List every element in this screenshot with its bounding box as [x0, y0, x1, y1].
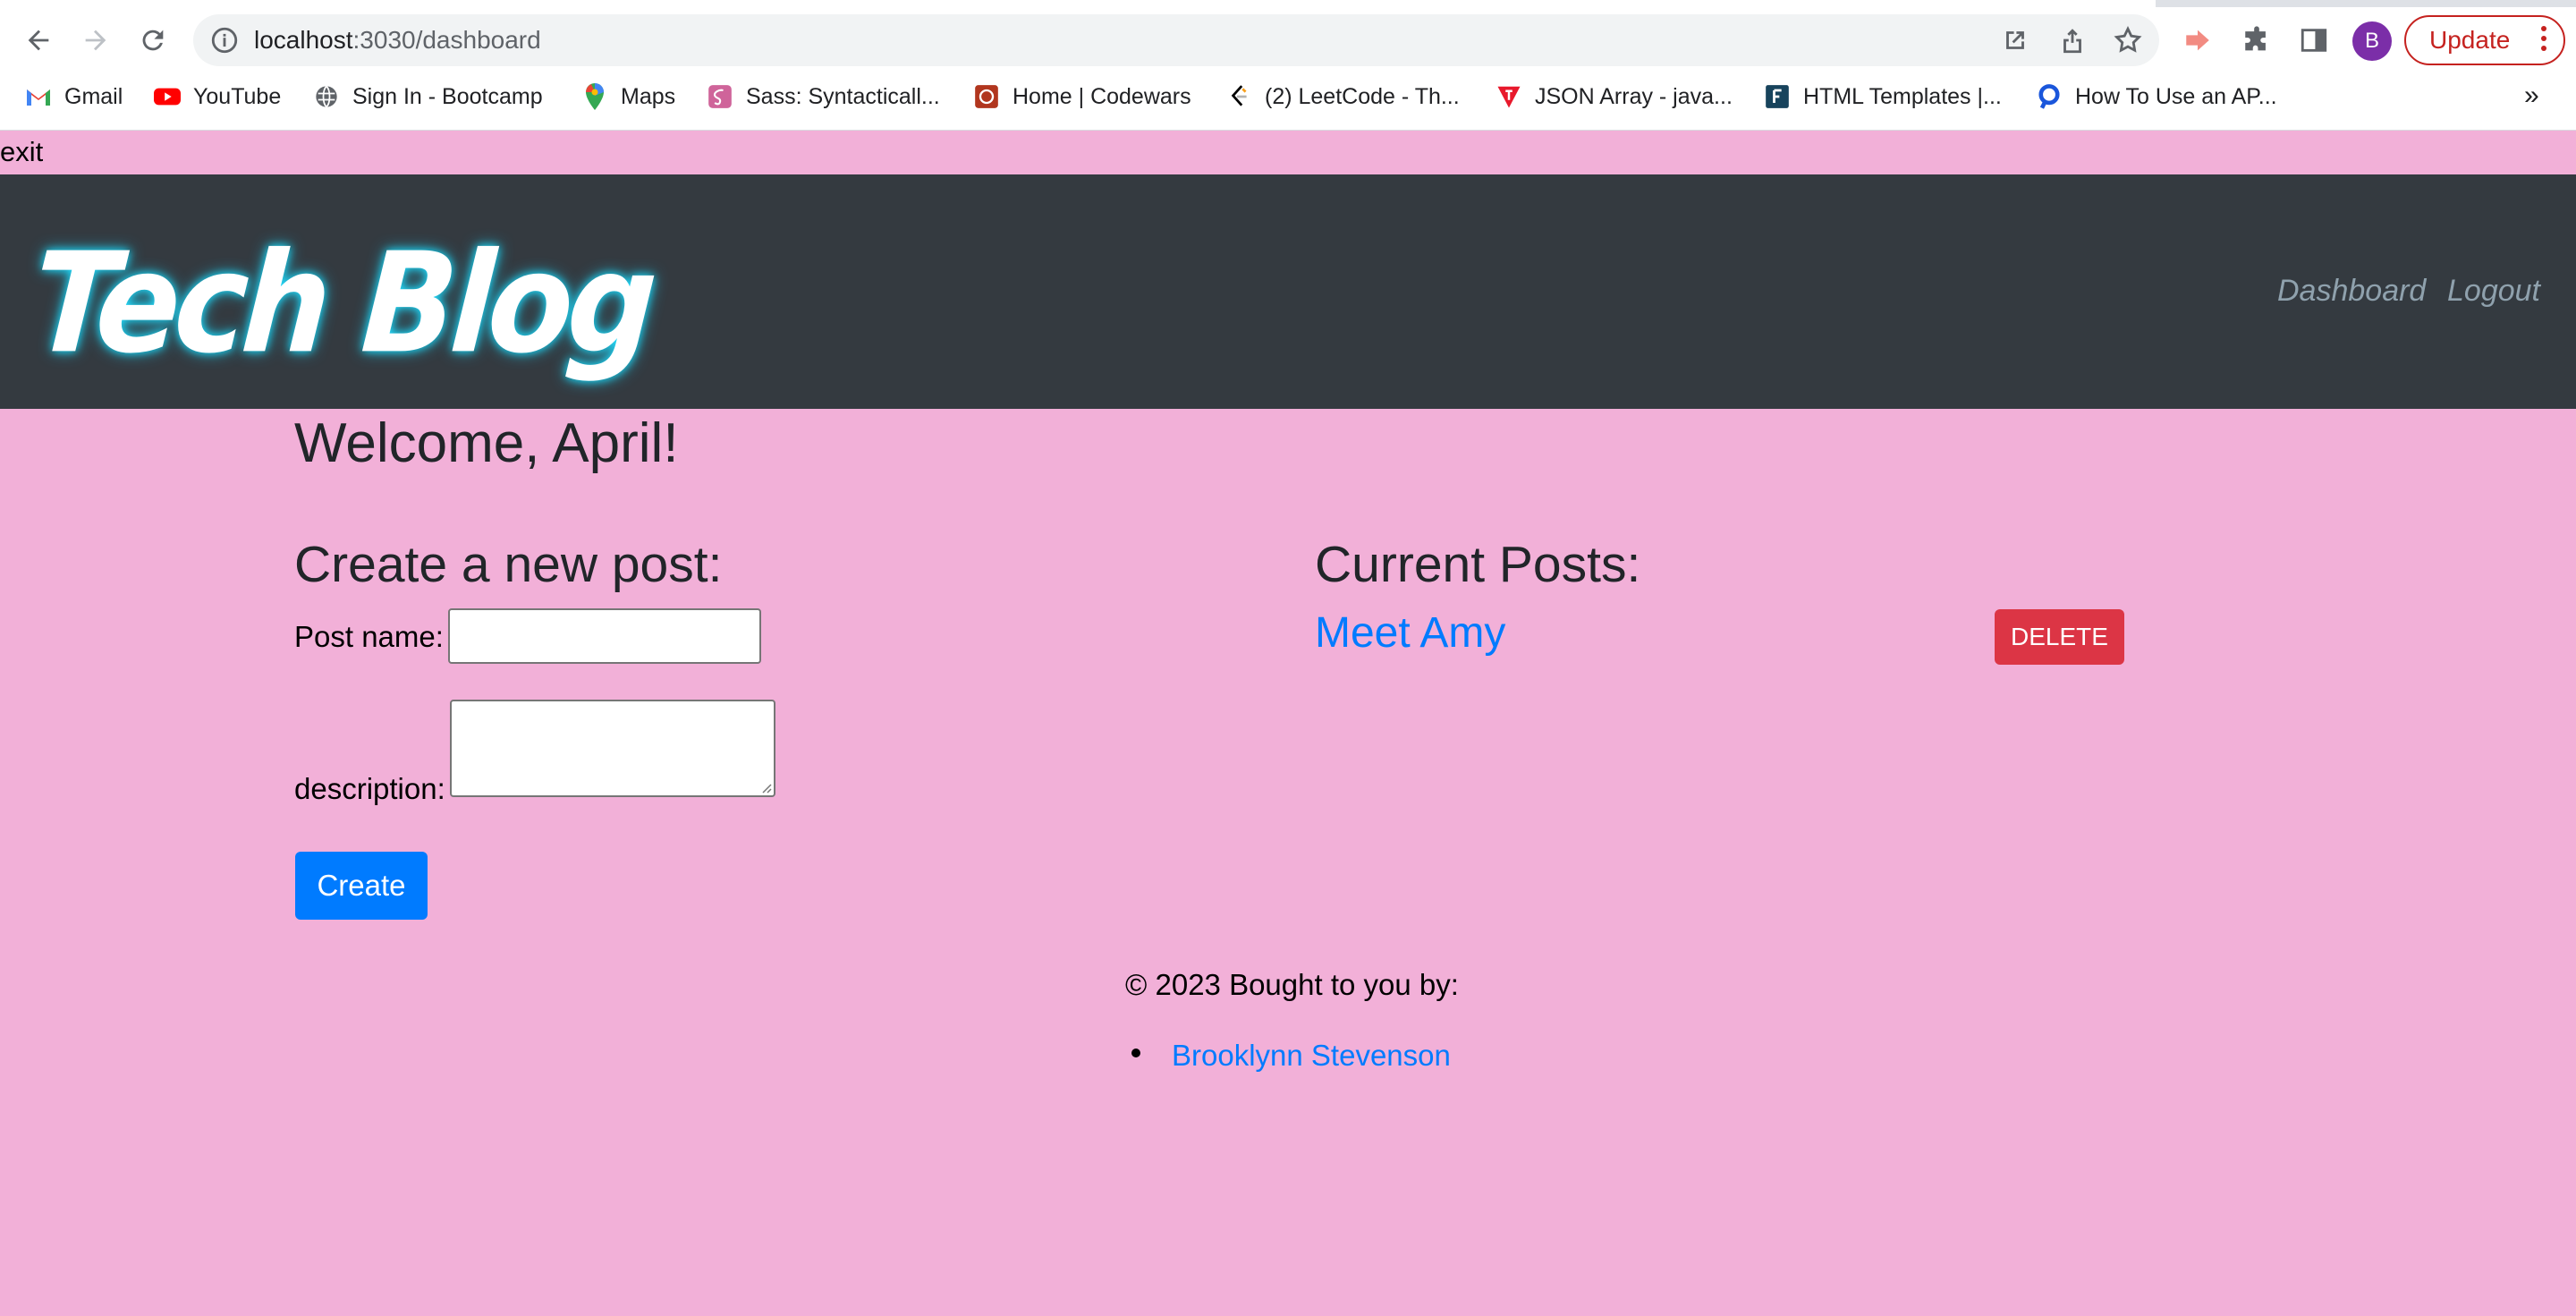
create-button[interactable]: Create — [295, 852, 428, 920]
bookmark-label: Sign In - Bootcamp — [352, 83, 543, 109]
f-logo-icon — [1764, 83, 1791, 110]
bookmark-label: How To Use an AP... — [2075, 83, 2277, 109]
youtube-icon — [154, 83, 181, 110]
codewars-icon — [973, 83, 1000, 110]
reload-icon — [142, 30, 164, 51]
url-text[interactable]: localhost:3030/dashboard — [254, 26, 541, 55]
bookmark-json-array[interactable]: JSON Array - java... — [1496, 77, 1733, 116]
address-bar[interactable]: localhost:3030/dashboard — [193, 14, 2159, 66]
site-logo[interactable]: Tech Blog — [28, 223, 657, 384]
site-header: Tech Blog Dashboard Logout — [0, 174, 2576, 409]
bookmark-label: Gmail — [64, 83, 123, 109]
description-textarea[interactable] — [450, 700, 775, 797]
list-bullet — [1131, 1049, 1140, 1057]
bookmark-leetcode[interactable]: (2) LeetCode - Th... — [1225, 77, 1460, 116]
bookmark-star-icon[interactable] — [2113, 25, 2143, 55]
extension-arrow-icon[interactable] — [2182, 25, 2213, 55]
forward-button[interactable] — [73, 18, 118, 63]
bookmark-label: Sass: Syntacticall... — [746, 83, 940, 109]
more-bookmarks-chevron[interactable]: » — [2524, 81, 2539, 111]
share-icon[interactable] — [2057, 25, 2088, 55]
post-name-label: Post name: — [294, 620, 444, 653]
tutorial-icon — [1496, 83, 1522, 110]
exit-text: exit — [0, 136, 44, 167]
post-name-input[interactable] — [448, 608, 761, 664]
welcome-heading: Welcome, April! — [294, 412, 679, 474]
delete-post-button[interactable]: DELETE — [1995, 609, 2124, 665]
site-info-icon[interactable] — [209, 25, 240, 55]
bookmark-label: HTML Templates |... — [1803, 83, 2002, 109]
nav-dashboard-link[interactable]: Dashboard — [2277, 274, 2426, 309]
kebab-menu-icon — [2540, 26, 2547, 55]
extensions-puzzle-icon[interactable] — [2241, 25, 2272, 55]
sass-icon — [707, 83, 733, 110]
maps-pin-icon — [581, 83, 608, 110]
globe-icon — [313, 83, 340, 110]
bookmark-sass[interactable]: Sass: Syntacticall... — [707, 77, 940, 116]
nav-logout-link[interactable]: Logout — [2447, 274, 2540, 309]
reload-button[interactable] — [131, 18, 175, 63]
browser-toolbar: localhost:3030/dashboard B Update — [0, 13, 2576, 68]
create-post-heading: Create a new post: — [294, 536, 723, 593]
current-posts-heading: Current Posts: — [1315, 536, 1641, 593]
browser-chrome: localhost:3030/dashboard B Update Gmail … — [0, 0, 2576, 131]
bookmark-maps[interactable]: Maps — [581, 77, 675, 116]
bookmark-bootcamp[interactable]: Sign In - Bootcamp — [313, 77, 543, 116]
open-in-app-icon[interactable] — [2000, 25, 2030, 55]
bookmark-label: Home | Codewars — [1013, 83, 1191, 109]
url-host: localhost — [254, 26, 353, 54]
leetcode-icon — [1225, 83, 1252, 110]
side-panel-icon[interactable] — [2299, 25, 2329, 55]
bookmark-label: YouTube — [193, 83, 282, 109]
description-label: description: — [294, 772, 445, 805]
bookmark-label: (2) LeetCode - Th... — [1265, 83, 1460, 109]
q-logo-icon — [2036, 83, 2063, 110]
tab-strip — [0, 0, 2576, 7]
update-button[interactable]: Update — [2404, 15, 2565, 65]
url-path: :3030/dashboard — [352, 26, 541, 54]
post-title-link[interactable]: Meet Amy — [1315, 608, 1505, 658]
profile-avatar[interactable]: B — [2352, 21, 2392, 61]
footer-credit-text: © 2023 Bought to you by: — [1125, 968, 1459, 1001]
resize-grip-icon[interactable] — [759, 781, 772, 794]
back-arrow-icon — [28, 30, 49, 51]
active-tab-edge — [0, 0, 2156, 7]
author-link[interactable]: Brooklynn Stevenson — [1172, 1039, 1451, 1073]
bookmark-codewars[interactable]: Home | Codewars — [973, 77, 1191, 116]
bookmark-label: JSON Array - java... — [1535, 83, 1733, 109]
bookmark-how-to-use-api[interactable]: How To Use an AP... — [2036, 77, 2277, 116]
bookmark-gmail[interactable]: Gmail — [25, 77, 123, 116]
gmail-icon — [25, 83, 52, 110]
forward-arrow-icon — [85, 30, 106, 51]
bookmark-label: Maps — [621, 83, 676, 109]
back-button[interactable] — [16, 18, 61, 63]
bookmarks-bar: Gmail YouTube Sign In - Bootcamp Maps Sa… — [0, 77, 2576, 116]
bookmark-youtube[interactable]: YouTube — [154, 77, 281, 116]
update-label: Update — [2429, 26, 2511, 54]
bookmark-html-templates[interactable]: HTML Templates |... — [1764, 77, 2002, 116]
